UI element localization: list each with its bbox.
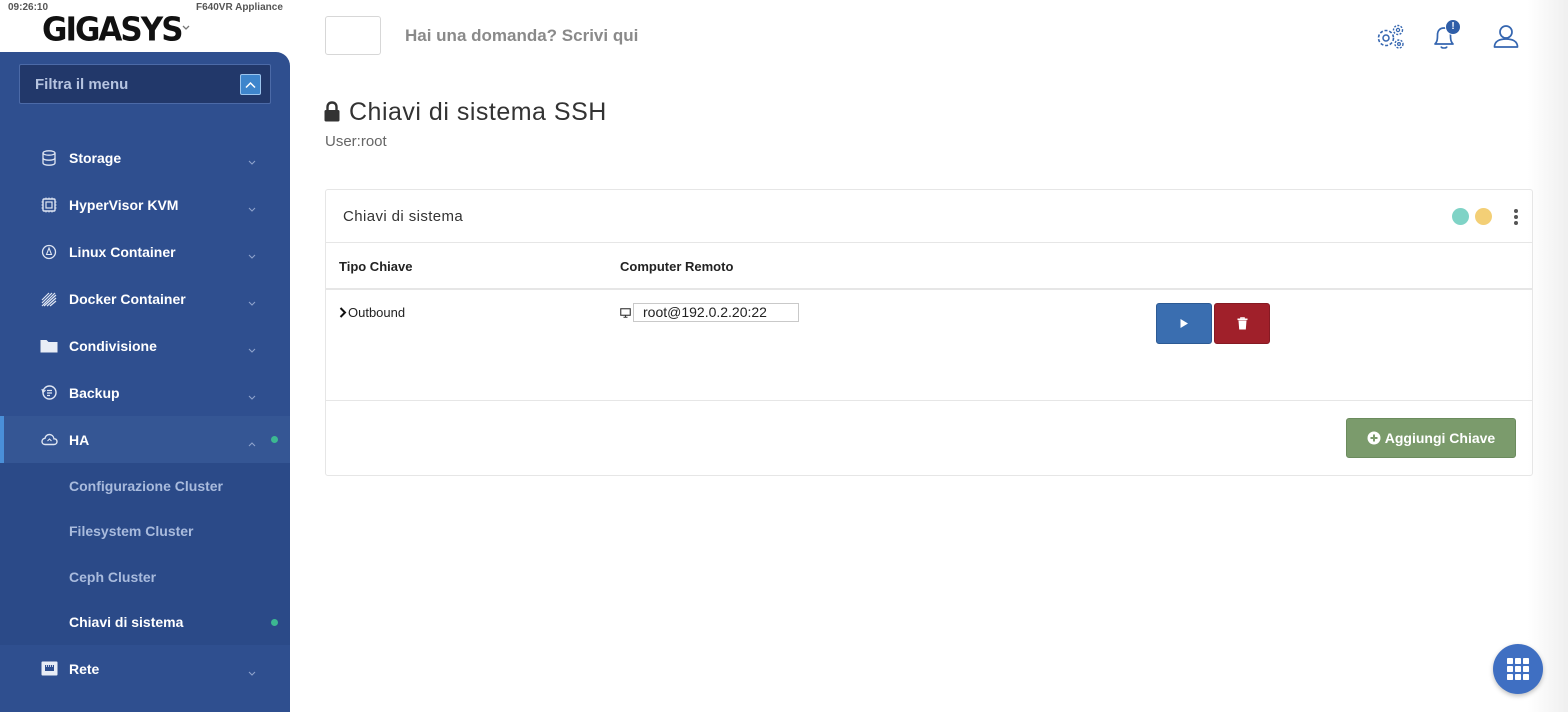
docker-icon xyxy=(40,290,58,308)
chevron-down-icon xyxy=(248,387,256,405)
chevron-down-icon xyxy=(248,246,256,264)
sidebar: Filtra il menu Storage HyperVisor KVM Li… xyxy=(0,52,290,712)
chevron-down-icon xyxy=(248,293,256,311)
chevron-down-icon xyxy=(248,152,256,170)
sidebar-item-label: HA xyxy=(69,431,90,448)
sidebar-item-label: Linux Container xyxy=(69,243,176,260)
add-key-button[interactable]: Aggiungi Chiave xyxy=(1346,418,1516,458)
sidebar-item-hypervisor[interactable]: HyperVisor KVM xyxy=(0,181,290,228)
sidebar-item-label: Docker Container xyxy=(69,290,186,307)
remote-computer-field[interactable]: root@192.0.2.20:22 xyxy=(633,303,799,322)
play-icon xyxy=(1180,319,1188,328)
add-key-label: Aggiungi Chiave xyxy=(1384,430,1496,446)
panel-title: Chiavi di sistema xyxy=(343,208,464,225)
key-type-value: Outbound xyxy=(348,305,406,320)
expand-row-toggle[interactable]: Outbound xyxy=(339,305,405,320)
delete-key-button[interactable] xyxy=(1214,303,1270,344)
question-prompt[interactable]: Hai una domanda? Scrivi qui xyxy=(405,26,638,46)
apps-grid-button[interactable] xyxy=(1493,644,1543,694)
status-circle-yellow[interactable] xyxy=(1475,208,1492,225)
run-key-button[interactable] xyxy=(1156,303,1212,344)
status-circle-teal[interactable] xyxy=(1452,208,1469,225)
sidebar-subitem-ceph-cluster[interactable]: Ceph Cluster xyxy=(0,554,290,600)
sidebar-menu: Storage HyperVisor KVM Linux Container D… xyxy=(0,134,290,692)
database-icon xyxy=(40,149,58,167)
network-icon xyxy=(40,660,58,678)
notification-badge: ! xyxy=(1445,19,1461,35)
system-keys-panel: Chiavi di sistema Tipo Chiave Computer R… xyxy=(325,189,1533,476)
sidebar-item-ha[interactable]: HA xyxy=(0,416,290,463)
search-box[interactable] xyxy=(325,16,381,55)
sidebar-item-label: Condivisione xyxy=(69,337,157,354)
sidebar-item-label: Storage xyxy=(69,149,122,166)
chevron-down-icon[interactable] xyxy=(182,20,190,34)
brand-area: 09:26:10 F640VR Appliance GIGASYS xyxy=(0,0,290,52)
sidebar-item-label: Backup xyxy=(69,384,120,401)
chevron-down-icon xyxy=(248,199,256,217)
sidebar-subitem-configurazione-cluster[interactable]: Configurazione Cluster xyxy=(0,463,290,509)
chevron-up-icon xyxy=(245,81,256,88)
chip-icon xyxy=(40,196,58,214)
collapse-menu-button[interactable] xyxy=(240,74,261,95)
menu-filter-placeholder: Filtra il menu xyxy=(35,76,129,93)
chevron-up-icon xyxy=(248,434,256,452)
sidebar-item-rete[interactable]: Rete xyxy=(0,645,290,692)
sidebar-item-condivisione[interactable]: Condivisione xyxy=(0,322,290,369)
plus-circle-icon xyxy=(1367,431,1381,445)
ha-submenu: Configurazione Cluster Filesystem Cluste… xyxy=(0,463,290,645)
sidebar-subitem-chiavi-di-sistema[interactable]: Chiavi di sistema xyxy=(0,600,290,646)
sidebar-item-label: HyperVisor KVM xyxy=(69,196,179,213)
right-edge-shade xyxy=(1528,0,1568,712)
cloud-icon xyxy=(40,431,58,449)
chevron-right-icon xyxy=(339,307,347,318)
trash-icon xyxy=(1237,317,1247,330)
appliance-name: F640VR Appliance xyxy=(196,2,283,13)
table-header: Tipo Chiave Computer Remoto xyxy=(326,243,1532,290)
user-profile-icon[interactable] xyxy=(1492,22,1524,52)
sidebar-subitem-label: Chiavi di sistema xyxy=(69,614,184,631)
sidebar-item-backup[interactable]: Backup xyxy=(0,369,290,416)
column-header-tipo-chiave[interactable]: Tipo Chiave xyxy=(339,259,412,274)
active-indicator-dot xyxy=(271,436,278,443)
chevron-down-icon xyxy=(248,663,256,681)
menu-filter-input[interactable]: Filtra il menu xyxy=(19,64,271,104)
container-icon xyxy=(40,243,58,261)
page-title: Chiavi di sistema SSH xyxy=(349,98,607,126)
logo[interactable]: GIGASYS xyxy=(42,11,184,49)
remote-computer-cell: root@192.0.2.20:22 xyxy=(620,303,799,322)
table-row: Outbound root@192.0.2.20:22 xyxy=(326,290,1532,401)
column-header-computer-remoto[interactable]: Computer Remoto xyxy=(620,259,733,274)
panel-header: Chiavi di sistema xyxy=(326,190,1532,243)
app-root: 09:26:10 F640VR Appliance GIGASYS Filtra… xyxy=(0,0,1568,712)
sidebar-item-linux-container[interactable]: Linux Container xyxy=(0,228,290,275)
more-options-icon[interactable] xyxy=(1511,207,1521,227)
sidebar-item-storage[interactable]: Storage xyxy=(0,134,290,181)
grid-icon xyxy=(1507,658,1529,680)
monitor-icon xyxy=(620,307,631,318)
settings-gear-icon[interactable] xyxy=(1374,22,1406,52)
current-page-dot xyxy=(271,618,278,626)
page-subtitle: User:root xyxy=(325,133,387,150)
folder-icon xyxy=(40,337,58,355)
sidebar-item-docker-container[interactable]: Docker Container xyxy=(0,275,290,322)
chevron-down-icon xyxy=(248,340,256,358)
sidebar-item-label: Rete xyxy=(69,660,100,677)
backup-icon xyxy=(40,384,58,402)
sidebar-subitem-filesystem-cluster[interactable]: Filesystem Cluster xyxy=(0,509,290,555)
lock-icon xyxy=(324,101,340,127)
